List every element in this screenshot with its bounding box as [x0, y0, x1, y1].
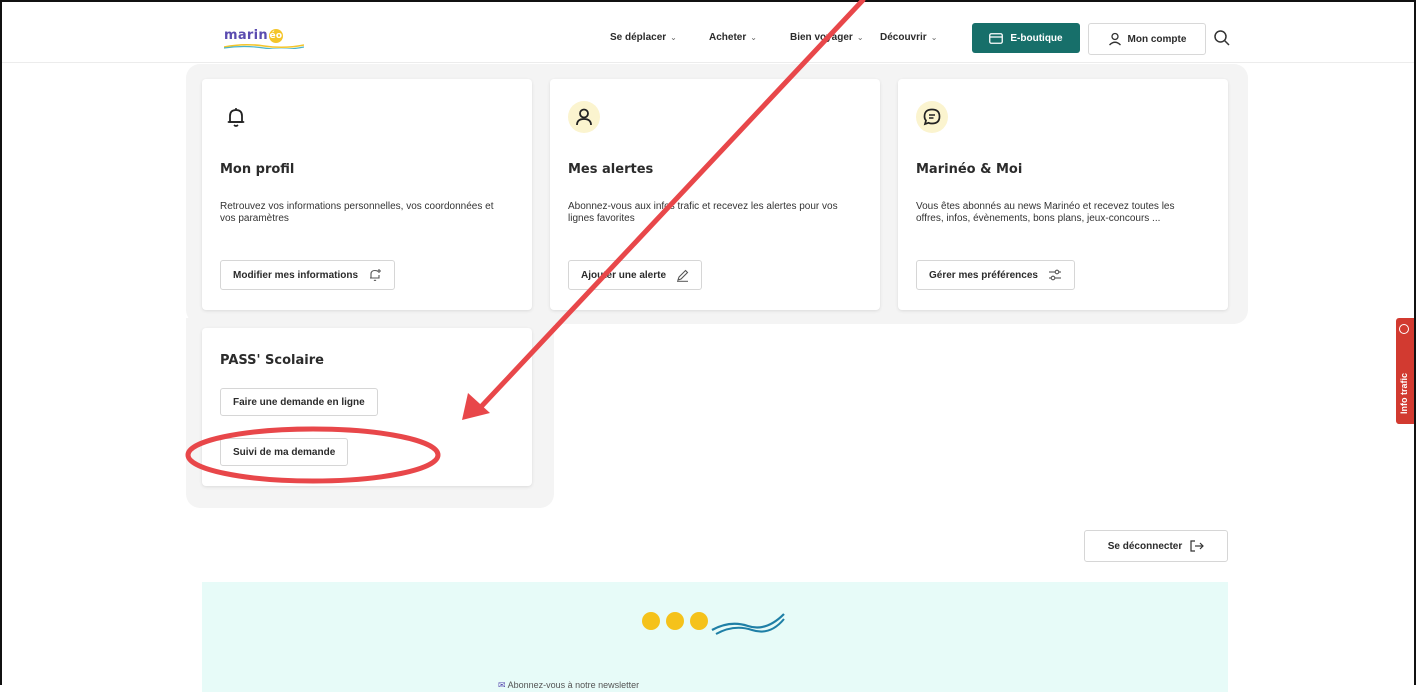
logo-text: marin	[224, 28, 268, 43]
brand-dots-icon	[642, 612, 708, 630]
chevron-down-icon: ⌄	[856, 33, 864, 42]
logo-wave-icon	[224, 43, 304, 49]
logout-button[interactable]: Se déconnecter	[1084, 530, 1228, 562]
modifier-informations-button[interactable]: Modifier mes informations	[220, 260, 396, 290]
chevron-down-icon: ⌄	[930, 33, 938, 42]
card-pass-scolaire: PASS' Scolaire Faire une demande en lign…	[202, 328, 532, 486]
nav-decouvrir[interactable]: Découvrir ⌄	[880, 32, 937, 43]
newsletter-label: Abonnez-vous à notre newsletter	[507, 680, 640, 690]
eboutique-button[interactable]: E-boutique	[972, 23, 1080, 53]
eboutique-label: E-boutique	[1010, 32, 1063, 44]
suivi-demande-button[interactable]: Suivi de ma demande	[220, 438, 349, 466]
card-mes-alertes: Mes alertes Abonnez-vous aux infos trafi…	[550, 79, 880, 310]
sliders-icon	[1048, 269, 1061, 281]
ajouter-alerte-button[interactable]: Ajouter une alerte	[568, 260, 703, 290]
faire-demande-button[interactable]: Faire une demande en ligne	[220, 388, 378, 416]
logout-icon	[1190, 540, 1205, 552]
card-mon-profil: Mon profil Retrouvez vos informations pe…	[202, 79, 532, 310]
nav-acheter[interactable]: Acheter ⌄	[709, 32, 757, 43]
button-label: Faire une demande en ligne	[233, 396, 365, 408]
site-logo[interactable]: marin éo	[224, 28, 283, 43]
alert-icon	[1399, 324, 1409, 334]
card-description: Abonnez-vous aux infos trafic et recevez…	[568, 201, 838, 224]
nav-se-deplacer[interactable]: Se déplacer ⌄	[610, 32, 677, 43]
bell-icon	[220, 101, 252, 133]
chevron-down-icon: ⌄	[670, 33, 677, 42]
logout-label: Se déconnecter	[1107, 540, 1183, 552]
account-label: Mon compte	[1127, 33, 1187, 45]
info-trafic-label: Info trafic	[1399, 372, 1409, 414]
card-description: Vous êtes abonnés au news Marinéo et rec…	[916, 201, 1175, 224]
logo-circle: éo	[268, 28, 283, 43]
card-title: Mes alertes	[568, 162, 654, 177]
button-label: Gérer mes préférences	[929, 269, 1038, 281]
mail-icon: ✉	[498, 680, 506, 690]
brand-wave-icon	[711, 613, 785, 635]
nav-label: Acheter	[709, 32, 747, 43]
user-icon	[568, 101, 600, 133]
nav-label: Bien voyager	[790, 32, 853, 43]
info-trafic-tab[interactable]: Info trafic	[1396, 318, 1414, 424]
card-title: Mon profil	[220, 162, 295, 177]
card-icon	[989, 32, 1004, 44]
bell-plus-icon	[370, 269, 382, 281]
button-label: Ajouter une alerte	[581, 269, 667, 281]
card-marineo-moi: Marinéo & Moi Vous êtes abonnés au news …	[898, 79, 1228, 310]
button-label: Suivi de ma demande	[233, 446, 336, 458]
chevron-down-icon: ⌄	[750, 33, 757, 42]
newsletter-text: ✉ Abonnez-vous à notre newsletter	[498, 680, 639, 691]
pencil-icon	[677, 269, 689, 282]
card-title: Marinéo & Moi	[916, 162, 1023, 177]
search-icon[interactable]	[1213, 29, 1231, 47]
site-header: marin éo Se déplacer ⌄ Acheter ⌄ Bien voyag…	[2, 2, 1414, 63]
nav-bien-voyager[interactable]: Bien voyager ⌄	[790, 32, 864, 43]
account-button[interactable]: Mon compte	[1088, 23, 1206, 55]
card-title: PASS' Scolaire	[220, 353, 324, 368]
chat-icon	[916, 101, 948, 133]
card-description: Retrouvez vos informations personnelles,…	[220, 201, 494, 224]
nav-label: Se déplacer	[610, 32, 667, 43]
button-label: Modifier mes informations	[233, 269, 359, 281]
newsletter-section: ✉ Abonnez-vous à notre newsletter	[202, 582, 1228, 692]
gerer-preferences-button[interactable]: Gérer mes préférences	[916, 260, 1075, 290]
nav-label: Découvrir	[880, 32, 927, 43]
user-icon	[1108, 32, 1121, 46]
